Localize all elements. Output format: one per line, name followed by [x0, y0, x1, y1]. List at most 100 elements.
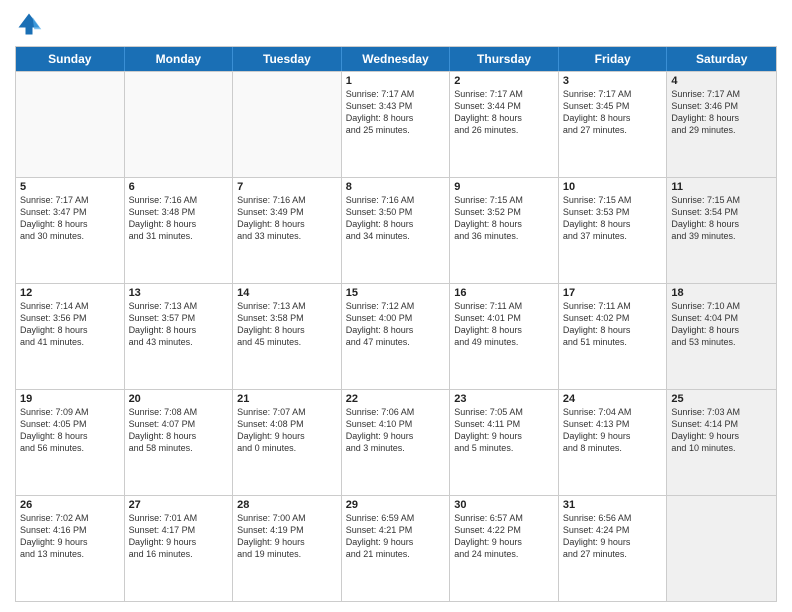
cell-text: Sunrise: 7:17 AM Sunset: 3:46 PM Dayligh… [671, 88, 772, 137]
cal-cell-3-2: 21Sunrise: 7:07 AM Sunset: 4:08 PM Dayli… [233, 390, 342, 495]
cal-cell-1-6: 11Sunrise: 7:15 AM Sunset: 3:54 PM Dayli… [667, 178, 776, 283]
cal-cell-4-3: 29Sunrise: 6:59 AM Sunset: 4:21 PM Dayli… [342, 496, 451, 601]
header-day-monday: Monday [125, 47, 234, 71]
calendar-row-2: 12Sunrise: 7:14 AM Sunset: 3:56 PM Dayli… [16, 283, 776, 389]
day-number: 1 [346, 75, 446, 87]
cell-text: Sunrise: 7:02 AM Sunset: 4:16 PM Dayligh… [20, 512, 120, 561]
header-day-tuesday: Tuesday [233, 47, 342, 71]
day-number: 13 [129, 287, 229, 299]
cal-cell-4-1: 27Sunrise: 7:01 AM Sunset: 4:17 PM Dayli… [125, 496, 234, 601]
cal-cell-0-3: 1Sunrise: 7:17 AM Sunset: 3:43 PM Daylig… [342, 72, 451, 177]
cal-cell-2-4: 16Sunrise: 7:11 AM Sunset: 4:01 PM Dayli… [450, 284, 559, 389]
day-number: 19 [20, 393, 120, 405]
cell-text: Sunrise: 7:17 AM Sunset: 3:47 PM Dayligh… [20, 194, 120, 243]
logo [15, 10, 47, 38]
cal-cell-3-3: 22Sunrise: 7:06 AM Sunset: 4:10 PM Dayli… [342, 390, 451, 495]
day-number: 9 [454, 181, 554, 193]
cal-cell-4-0: 26Sunrise: 7:02 AM Sunset: 4:16 PM Dayli… [16, 496, 125, 601]
cell-text: Sunrise: 7:06 AM Sunset: 4:10 PM Dayligh… [346, 406, 446, 455]
cell-text: Sunrise: 7:07 AM Sunset: 4:08 PM Dayligh… [237, 406, 337, 455]
cell-text: Sunrise: 7:17 AM Sunset: 3:45 PM Dayligh… [563, 88, 663, 137]
cal-cell-3-0: 19Sunrise: 7:09 AM Sunset: 4:05 PM Dayli… [16, 390, 125, 495]
cal-cell-2-1: 13Sunrise: 7:13 AM Sunset: 3:57 PM Dayli… [125, 284, 234, 389]
day-number: 7 [237, 181, 337, 193]
cal-cell-2-0: 12Sunrise: 7:14 AM Sunset: 3:56 PM Dayli… [16, 284, 125, 389]
day-number: 22 [346, 393, 446, 405]
cal-cell-0-1 [125, 72, 234, 177]
day-number: 27 [129, 499, 229, 511]
day-number: 15 [346, 287, 446, 299]
cal-cell-4-2: 28Sunrise: 7:00 AM Sunset: 4:19 PM Dayli… [233, 496, 342, 601]
cell-text: Sunrise: 7:16 AM Sunset: 3:50 PM Dayligh… [346, 194, 446, 243]
day-number: 29 [346, 499, 446, 511]
cal-cell-1-1: 6Sunrise: 7:16 AM Sunset: 3:48 PM Daylig… [125, 178, 234, 283]
day-number: 14 [237, 287, 337, 299]
day-number: 17 [563, 287, 663, 299]
day-number: 21 [237, 393, 337, 405]
calendar-header: SundayMondayTuesdayWednesdayThursdayFrid… [16, 47, 776, 71]
cell-text: Sunrise: 7:15 AM Sunset: 3:54 PM Dayligh… [671, 194, 772, 243]
header-day-thursday: Thursday [450, 47, 559, 71]
calendar: SundayMondayTuesdayWednesdayThursdayFrid… [15, 46, 777, 602]
header-day-friday: Friday [559, 47, 668, 71]
day-number: 3 [563, 75, 663, 87]
day-number: 25 [671, 393, 772, 405]
cell-text: Sunrise: 7:14 AM Sunset: 3:56 PM Dayligh… [20, 300, 120, 349]
cal-cell-0-0 [16, 72, 125, 177]
calendar-body: 1Sunrise: 7:17 AM Sunset: 3:43 PM Daylig… [16, 71, 776, 601]
calendar-row-4: 26Sunrise: 7:02 AM Sunset: 4:16 PM Dayli… [16, 495, 776, 601]
day-number: 4 [671, 75, 772, 87]
day-number: 10 [563, 181, 663, 193]
day-number: 26 [20, 499, 120, 511]
calendar-row-1: 5Sunrise: 7:17 AM Sunset: 3:47 PM Daylig… [16, 177, 776, 283]
day-number: 23 [454, 393, 554, 405]
cell-text: Sunrise: 7:17 AM Sunset: 3:44 PM Dayligh… [454, 88, 554, 137]
cell-text: Sunrise: 7:11 AM Sunset: 4:01 PM Dayligh… [454, 300, 554, 349]
cell-text: Sunrise: 7:00 AM Sunset: 4:19 PM Dayligh… [237, 512, 337, 561]
cal-cell-1-0: 5Sunrise: 7:17 AM Sunset: 3:47 PM Daylig… [16, 178, 125, 283]
day-number: 20 [129, 393, 229, 405]
cal-cell-0-6: 4Sunrise: 7:17 AM Sunset: 3:46 PM Daylig… [667, 72, 776, 177]
cal-cell-2-6: 18Sunrise: 7:10 AM Sunset: 4:04 PM Dayli… [667, 284, 776, 389]
cell-text: Sunrise: 7:04 AM Sunset: 4:13 PM Dayligh… [563, 406, 663, 455]
cell-text: Sunrise: 7:05 AM Sunset: 4:11 PM Dayligh… [454, 406, 554, 455]
cal-cell-0-5: 3Sunrise: 7:17 AM Sunset: 3:45 PM Daylig… [559, 72, 668, 177]
cell-text: Sunrise: 7:10 AM Sunset: 4:04 PM Dayligh… [671, 300, 772, 349]
cal-cell-0-2 [233, 72, 342, 177]
cal-cell-1-2: 7Sunrise: 7:16 AM Sunset: 3:49 PM Daylig… [233, 178, 342, 283]
cell-text: Sunrise: 6:57 AM Sunset: 4:22 PM Dayligh… [454, 512, 554, 561]
cell-text: Sunrise: 7:13 AM Sunset: 3:58 PM Dayligh… [237, 300, 337, 349]
logo-icon [15, 10, 43, 38]
cal-cell-3-4: 23Sunrise: 7:05 AM Sunset: 4:11 PM Dayli… [450, 390, 559, 495]
cell-text: Sunrise: 6:59 AM Sunset: 4:21 PM Dayligh… [346, 512, 446, 561]
page: SundayMondayTuesdayWednesdayThursdayFrid… [0, 0, 792, 612]
cell-text: Sunrise: 7:03 AM Sunset: 4:14 PM Dayligh… [671, 406, 772, 455]
header [15, 10, 777, 38]
cal-cell-3-1: 20Sunrise: 7:08 AM Sunset: 4:07 PM Dayli… [125, 390, 234, 495]
cell-text: Sunrise: 7:16 AM Sunset: 3:49 PM Dayligh… [237, 194, 337, 243]
cell-text: Sunrise: 7:11 AM Sunset: 4:02 PM Dayligh… [563, 300, 663, 349]
day-number: 18 [671, 287, 772, 299]
day-number: 24 [563, 393, 663, 405]
cal-cell-2-5: 17Sunrise: 7:11 AM Sunset: 4:02 PM Dayli… [559, 284, 668, 389]
day-number: 5 [20, 181, 120, 193]
day-number: 6 [129, 181, 229, 193]
calendar-row-3: 19Sunrise: 7:09 AM Sunset: 4:05 PM Dayli… [16, 389, 776, 495]
cell-text: Sunrise: 6:56 AM Sunset: 4:24 PM Dayligh… [563, 512, 663, 561]
header-day-saturday: Saturday [667, 47, 776, 71]
cal-cell-1-4: 9Sunrise: 7:15 AM Sunset: 3:52 PM Daylig… [450, 178, 559, 283]
cell-text: Sunrise: 7:15 AM Sunset: 3:53 PM Dayligh… [563, 194, 663, 243]
day-number: 12 [20, 287, 120, 299]
cal-cell-4-4: 30Sunrise: 6:57 AM Sunset: 4:22 PM Dayli… [450, 496, 559, 601]
cell-text: Sunrise: 7:09 AM Sunset: 4:05 PM Dayligh… [20, 406, 120, 455]
cal-cell-3-6: 25Sunrise: 7:03 AM Sunset: 4:14 PM Dayli… [667, 390, 776, 495]
day-number: 31 [563, 499, 663, 511]
cal-cell-2-2: 14Sunrise: 7:13 AM Sunset: 3:58 PM Dayli… [233, 284, 342, 389]
cell-text: Sunrise: 7:01 AM Sunset: 4:17 PM Dayligh… [129, 512, 229, 561]
day-number: 30 [454, 499, 554, 511]
cal-cell-4-5: 31Sunrise: 6:56 AM Sunset: 4:24 PM Dayli… [559, 496, 668, 601]
header-day-sunday: Sunday [16, 47, 125, 71]
cell-text: Sunrise: 7:13 AM Sunset: 3:57 PM Dayligh… [129, 300, 229, 349]
day-number: 11 [671, 181, 772, 193]
cell-text: Sunrise: 7:12 AM Sunset: 4:00 PM Dayligh… [346, 300, 446, 349]
